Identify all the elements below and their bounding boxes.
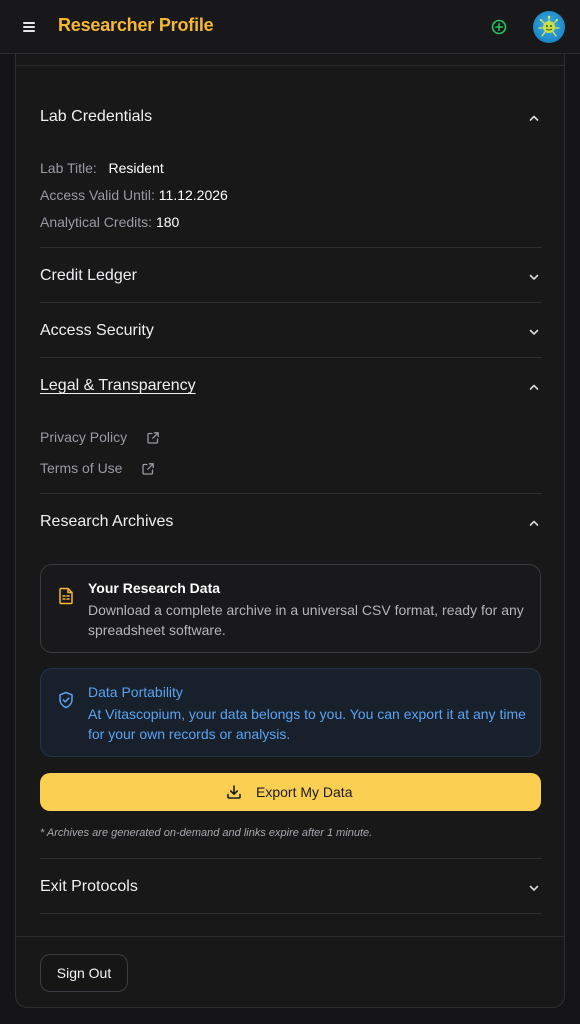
divider [40, 247, 542, 248]
spreadsheet-file-icon [59, 587, 73, 605]
avatar-image [538, 15, 560, 37]
analytical-credits-row: Analytical Credits: 180 [40, 214, 179, 230]
data-portability-card: Data Portability At Vitascopium, your da… [40, 668, 541, 757]
analytical-credits-label: Analytical Credits: [40, 214, 153, 230]
access-valid-label: Access Valid Until: [40, 187, 155, 203]
section-research-archives[interactable]: Research Archives [40, 511, 542, 535]
research-data-card: Your Research Data Download a complete a… [40, 564, 541, 653]
lab-title-row: Lab Title: Resident [40, 160, 164, 176]
chevron-up-icon [529, 384, 539, 390]
section-title: Exit Protocols [40, 878, 138, 895]
section-access-security[interactable]: Access Security [40, 320, 542, 344]
export-my-data-button[interactable]: Export My Data [40, 773, 541, 811]
divider [40, 302, 542, 303]
section-lab-credentials[interactable]: Lab Credentials [40, 106, 542, 130]
section-title: Legal & Transparency [40, 377, 196, 394]
plus-circle-icon[interactable] [490, 18, 508, 36]
profile-panel: Lab Credentials Lab Title: Resident Acce… [15, 54, 565, 1008]
divider [40, 493, 542, 494]
section-title: Credit Ledger [40, 267, 137, 284]
external-link-icon [147, 432, 159, 444]
lab-title-label: Lab Title: [40, 160, 97, 176]
section-legal-transparency[interactable]: Legal & Transparency [40, 375, 542, 399]
terms-of-use-label: Terms of Use [40, 460, 123, 476]
privacy-policy-label: Privacy Policy [40, 429, 128, 445]
footer-divider [16, 936, 564, 937]
card-title: Your Research Data [88, 580, 221, 596]
chevron-up-icon [529, 115, 539, 121]
chevron-down-icon [529, 885, 539, 891]
chevron-down-icon [529, 329, 539, 335]
access-valid-row: Access Valid Until: 11.12.2026 [40, 187, 228, 203]
card-title: Data Portability [88, 684, 183, 700]
section-title: Lab Credentials [40, 108, 153, 125]
card-body: At Vitascopium, your data belongs to you… [88, 706, 526, 742]
download-icon [227, 785, 241, 799]
export-button-label: Export My Data [256, 784, 353, 800]
analytical-credits-value: 180 [155, 214, 180, 230]
divider [16, 65, 564, 66]
section-title: Access Security [40, 322, 154, 339]
archive-expiry-note: * Archives are generated on-demand and l… [40, 827, 373, 839]
section-exit-protocols[interactable]: Exit Protocols [40, 876, 542, 900]
divider [40, 357, 542, 358]
chevron-up-icon [529, 520, 539, 526]
card-body: Download a complete archive in a univers… [88, 602, 524, 638]
privacy-policy-link[interactable]: Privacy Policy [40, 429, 170, 449]
top-bar: Researcher Profile [0, 0, 580, 54]
hamburger-icon[interactable] [20, 17, 38, 37]
sign-out-label: Sign Out [56, 965, 112, 981]
divider [40, 913, 542, 914]
shield-check-icon [59, 691, 73, 709]
external-link-icon [142, 463, 154, 475]
sign-out-button[interactable]: Sign Out [40, 954, 128, 992]
chevron-down-icon [529, 274, 539, 280]
lab-title-value: Resident [108, 160, 164, 176]
avatar[interactable] [533, 11, 565, 43]
page-title: Researcher Profile [58, 15, 214, 35]
section-credit-ledger[interactable]: Credit Ledger [40, 265, 542, 289]
access-valid-value: 11.12.2026 [158, 187, 228, 203]
section-title: Research Archives [40, 513, 174, 530]
divider [40, 858, 542, 859]
terms-of-use-link[interactable]: Terms of Use [40, 460, 165, 480]
